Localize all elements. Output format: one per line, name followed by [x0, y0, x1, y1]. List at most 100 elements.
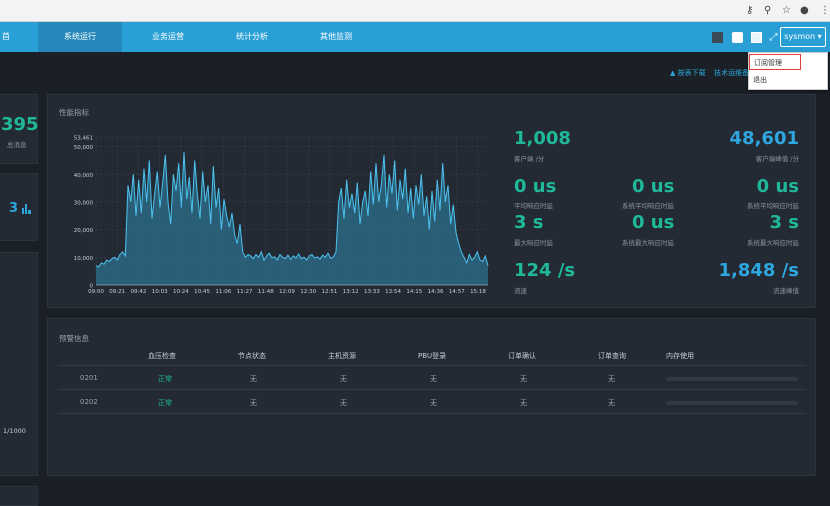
y-tick-label: 10,000 — [74, 256, 94, 262]
left-label-1: 总消息 — [7, 141, 27, 149]
x-tick-label: 09:21 — [109, 289, 125, 295]
row-divider — [58, 389, 806, 390]
x-tick-label: 11:06 — [215, 289, 231, 295]
download-link[interactable]: ▲ 按表下载 — [670, 68, 706, 78]
x-tick-label: 14:36 — [428, 289, 444, 295]
left-panel-2: 3 — [0, 173, 38, 241]
nav-item-stats[interactable]: 统计分析 — [212, 22, 292, 52]
y-tick-label: 30,000 — [74, 200, 94, 206]
alert-title: 预警信息 — [59, 334, 89, 343]
stat-peak: 48,601 — [729, 128, 799, 149]
menu-item-subscription[interactable]: 订阅管理 — [749, 54, 801, 70]
cell-order-confirm: 无 — [520, 375, 527, 383]
stat-max3-label: 系统最大响应时延 — [747, 239, 799, 247]
y-tick-label: 50,000 — [74, 145, 94, 151]
cell-host: 无 — [340, 399, 347, 407]
x-tick-label: 15:18 — [470, 289, 486, 295]
cell-status: 正常 — [158, 399, 172, 407]
perf-chart: 53,46150,00040,00030,00020,00010,000009:… — [74, 136, 489, 295]
user-menu-button[interactable]: sysmon ▾ — [780, 27, 826, 47]
bar-chart-icon — [22, 204, 32, 214]
light-theme-icon[interactable] — [732, 32, 743, 43]
x-tick-label: 11:48 — [258, 289, 274, 295]
star-icon[interactable]: ☆ — [782, 4, 791, 18]
memory-bar — [666, 377, 798, 381]
cell-order-query: 无 — [608, 399, 615, 407]
row-divider — [58, 413, 806, 414]
perf-title: 性能指标 — [59, 108, 89, 117]
x-tick-label: 09:42 — [131, 289, 147, 295]
nav-item-business[interactable]: 业务运营 — [126, 22, 210, 52]
nav-item-other[interactable]: 其他监测 — [296, 22, 376, 52]
perf-panel: 性能指标 53,461 50,000 40,000 30,000 20,000 10,00… — [47, 94, 816, 308]
stat-max2: 0 us — [632, 212, 675, 233]
row-id: 0201 — [80, 374, 98, 382]
stat-rate-label: 流速 — [514, 287, 527, 295]
stat-avg2-label: 系统平均响应时延 — [622, 202, 674, 210]
left-panel-4 — [0, 486, 38, 506]
more-icon[interactable]: ⋮ — [820, 4, 830, 18]
col-header-3: 主机资源 — [328, 352, 356, 360]
stat-avg3: 0 us — [756, 176, 799, 197]
browser-toolbar: ⚷ ⚲ ☆ ● ⋮ — [0, 0, 830, 22]
stat-max1-label: 最大响应时延 — [514, 239, 553, 247]
key-icon[interactable]: ⚷ — [746, 4, 753, 18]
cell-pbu: 无 — [430, 399, 437, 407]
cell-pbu: 无 — [430, 375, 437, 383]
x-tick-label: 10:45 — [194, 289, 210, 295]
cell-node: 无 — [250, 399, 257, 407]
dark-theme-icon[interactable] — [712, 32, 723, 43]
cell-host: 无 — [340, 375, 347, 383]
col-header-5: 订单确认 — [508, 352, 536, 360]
stat-rate-peak-label: 流速峰值 — [773, 287, 799, 295]
top-nav: 首 系统运行 业务运营 统计分析 其他监测 ⤢ — [0, 22, 830, 52]
x-tick-label: 13:33 — [364, 289, 380, 295]
support-link[interactable]: 技术运维备 — [714, 68, 749, 78]
col-header-1: 血压检查 — [148, 352, 176, 360]
account-icon[interactable]: ● — [800, 4, 809, 18]
x-tick-label: 13:12 — [343, 289, 359, 295]
x-tick-label: 11:27 — [237, 289, 253, 295]
fullscreen-icon[interactable]: ⤢ — [768, 32, 779, 43]
x-tick-label: 12:51 — [322, 289, 338, 295]
cell-order-query: 无 — [608, 375, 615, 383]
y-tick-label: 40,000 — [74, 173, 94, 179]
y-tick-label: 53,461 — [74, 136, 93, 142]
download-label: 按表下载 — [677, 69, 706, 77]
nav-item-system-run[interactable]: 系统运行 — [38, 22, 122, 52]
stat-avg2: 0 us — [632, 176, 675, 197]
x-tick-label: 09:00 — [88, 289, 104, 295]
stat-peak-label: 客户端峰值 /分 — [755, 155, 799, 163]
series-area — [96, 152, 488, 285]
document-icon[interactable] — [751, 32, 762, 43]
x-tick-label: 12:30 — [300, 289, 316, 295]
stat-msg-count: 1,008 — [514, 128, 571, 149]
nav-item-home[interactable]: 首 — [0, 22, 16, 52]
row-id: 0202 — [80, 398, 98, 406]
x-tick-label: 14:15 — [406, 289, 422, 295]
user-dropdown: 订阅管理 退出 — [748, 52, 828, 90]
stat-max3: 3 s — [769, 212, 799, 233]
cell-node: 无 — [250, 375, 257, 383]
stat-rate: 124 /s — [514, 260, 576, 281]
left-num-2: 3 — [9, 201, 19, 216]
stat-max2-label: 系统最大响应时延 — [622, 239, 674, 247]
cell-status: 正常 — [158, 375, 172, 383]
stat-rate-peak: 1,848 /s — [718, 260, 800, 281]
alert-panel: 预警信息 血压检查 节点状态 主机资源 PBU登录 订单确认 订单查询 内存使用… — [47, 318, 816, 476]
left-num-1: 395 — [1, 114, 39, 135]
zoom-icon[interactable]: ⚲ — [764, 4, 771, 18]
stat-avg1: 0 us — [514, 176, 557, 197]
header-divider — [58, 365, 806, 366]
col-header-6: 订单查询 — [598, 352, 626, 360]
left-panel-1: 395 总消息 — [0, 94, 39, 164]
menu-item-logout[interactable]: 退出 — [749, 72, 829, 88]
stat-avg3-label: 系统平均响应时延 — [747, 202, 799, 210]
col-header-2: 节点状态 — [238, 352, 266, 360]
col-header-7: 内存使用 — [666, 352, 694, 360]
left-panel-3: 1/1000 — [0, 252, 38, 476]
fraction-label: 1/1000 — [3, 427, 26, 435]
x-tick-label: 10:24 — [173, 289, 189, 295]
cell-order-confirm: 无 — [520, 399, 527, 407]
y-tick-label: 20,000 — [74, 228, 94, 234]
